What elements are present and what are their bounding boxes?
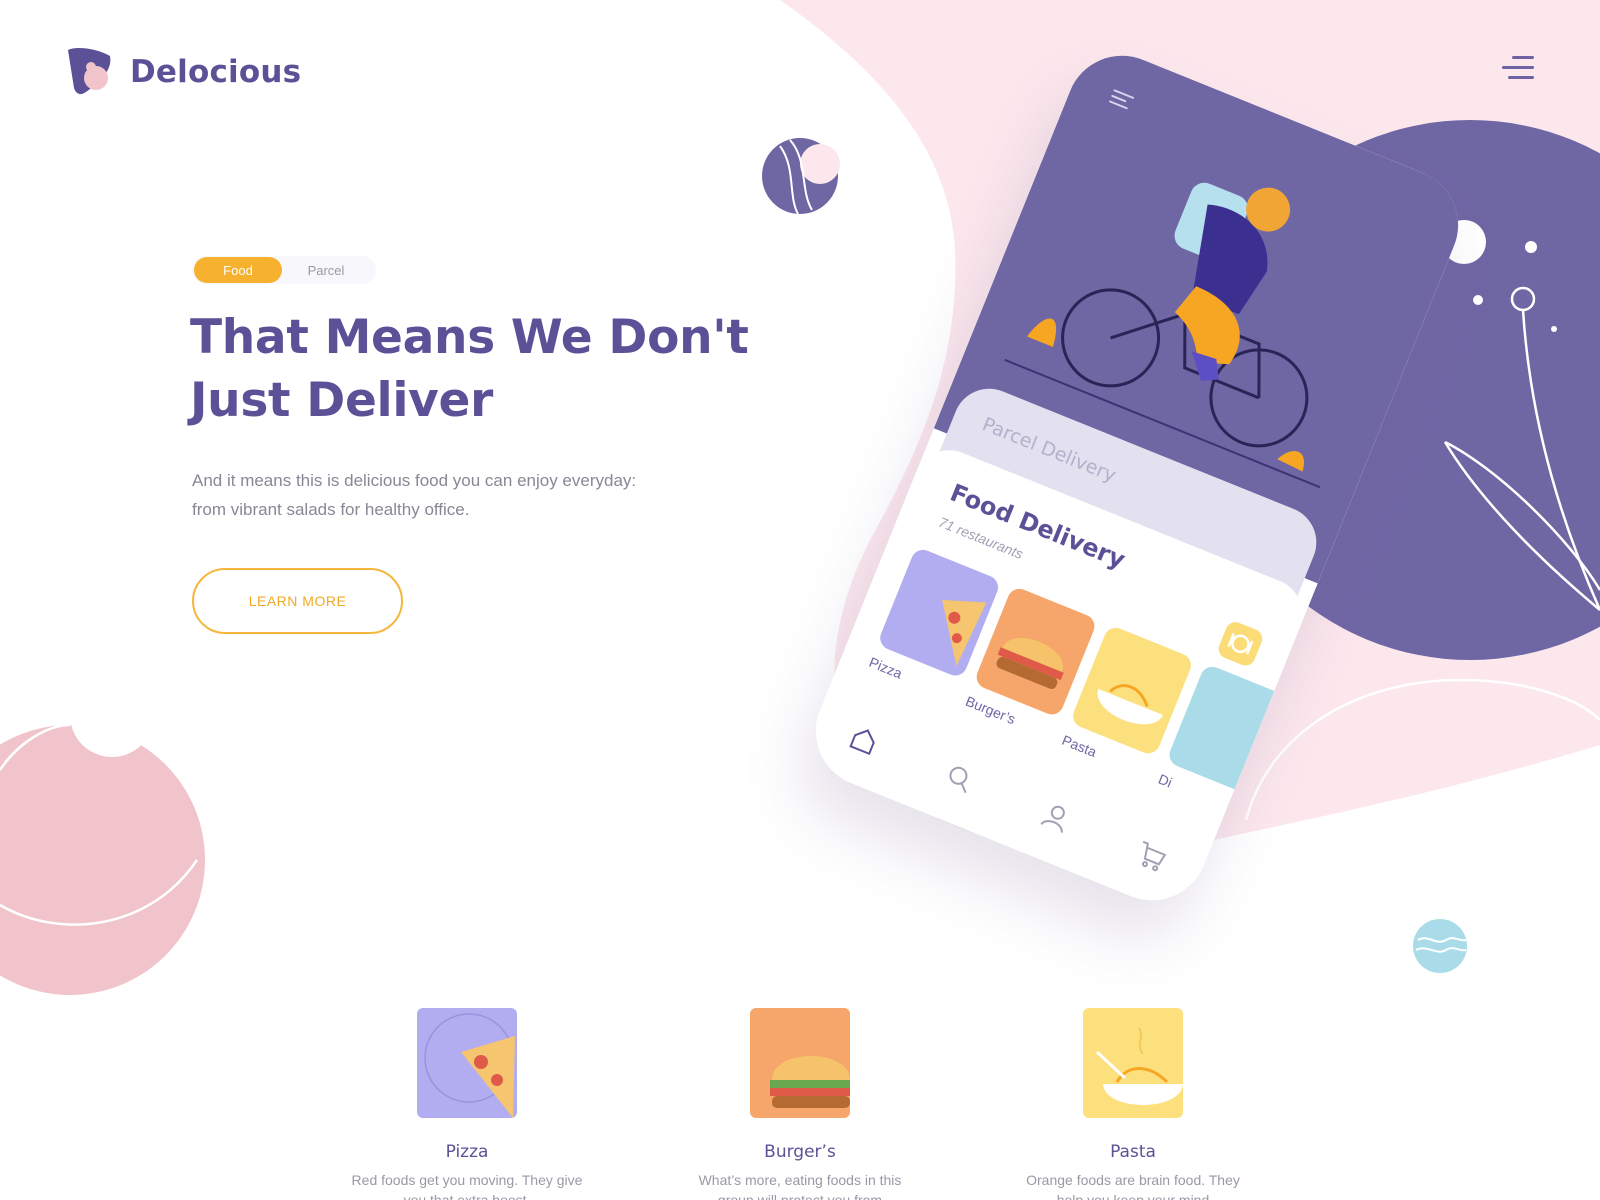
feature-title: Burger’s (764, 1142, 836, 1162)
pasta-image (1083, 1008, 1183, 1118)
menu-line (1508, 76, 1534, 79)
search-icon[interactable] (940, 759, 979, 798)
feature-title: Pasta (1110, 1142, 1156, 1162)
logo-icon (66, 46, 114, 98)
hero-title-line1: That Means We Don't (190, 310, 749, 365)
feature-pasta[interactable]: Pasta Orange foods are brain food. They … (1003, 1008, 1263, 1200)
learn-more-button[interactable]: LEARN MORE (192, 568, 403, 634)
cart-icon[interactable] (1132, 837, 1171, 876)
tab-parcel[interactable]: Parcel (282, 257, 370, 283)
feature-desc-line2: you that extra boost. (403, 1192, 531, 1200)
hero-subtitle-line2: from vibrant salads for healthy office. (192, 500, 470, 519)
delivery-type-tabs: Food Parcel (192, 256, 376, 284)
home-icon[interactable] (844, 720, 883, 759)
category-label: Pasta (1059, 731, 1099, 761)
feature-desc-line2: group will protect you from (717, 1192, 883, 1200)
blue-circle (1413, 919, 1467, 973)
feature-desc-line2: help you keep your mind (1056, 1192, 1210, 1200)
menu-line (1512, 56, 1534, 59)
pizza-image (417, 1008, 517, 1118)
menu-line (1502, 66, 1534, 69)
brand-name: Delocious (130, 54, 302, 90)
category-label: Di (1156, 770, 1175, 791)
hero-title-line2: Just Deliver (190, 373, 493, 428)
feature-title: Pizza (445, 1142, 489, 1162)
feature-description: Orange foods are brain food. They help y… (1003, 1170, 1263, 1200)
pink-circle (0, 725, 205, 995)
brand-logo[interactable]: Delocious (66, 46, 301, 98)
feature-pizza[interactable]: Pizza Red foods get you moving. They giv… (337, 1008, 597, 1200)
hero-title: That Means We Don't Just Deliver (190, 306, 750, 432)
category-label: Pizza (866, 653, 905, 682)
hero-subtitle: And it means this is delicious food you … (192, 466, 672, 524)
hero-subtitle-line1: And it means this is delicious food you … (192, 471, 637, 490)
tab-food[interactable]: Food (194, 257, 282, 283)
menu-button[interactable] (1496, 54, 1534, 84)
feature-description: What’s more, eating foods in this group … (670, 1170, 930, 1200)
feature-desc-line1: What’s more, eating foods in this (698, 1172, 902, 1188)
feature-description: Red foods get you moving. They give you … (337, 1170, 597, 1200)
burger-image (750, 1008, 850, 1118)
feature-burger[interactable]: Burger’s What’s more, eating foods in th… (670, 1008, 930, 1200)
feature-desc-line1: Orange foods are brain food. They (1026, 1172, 1240, 1188)
feature-desc-line1: Red foods get you moving. They give (351, 1172, 583, 1188)
user-icon[interactable] (1036, 798, 1075, 837)
